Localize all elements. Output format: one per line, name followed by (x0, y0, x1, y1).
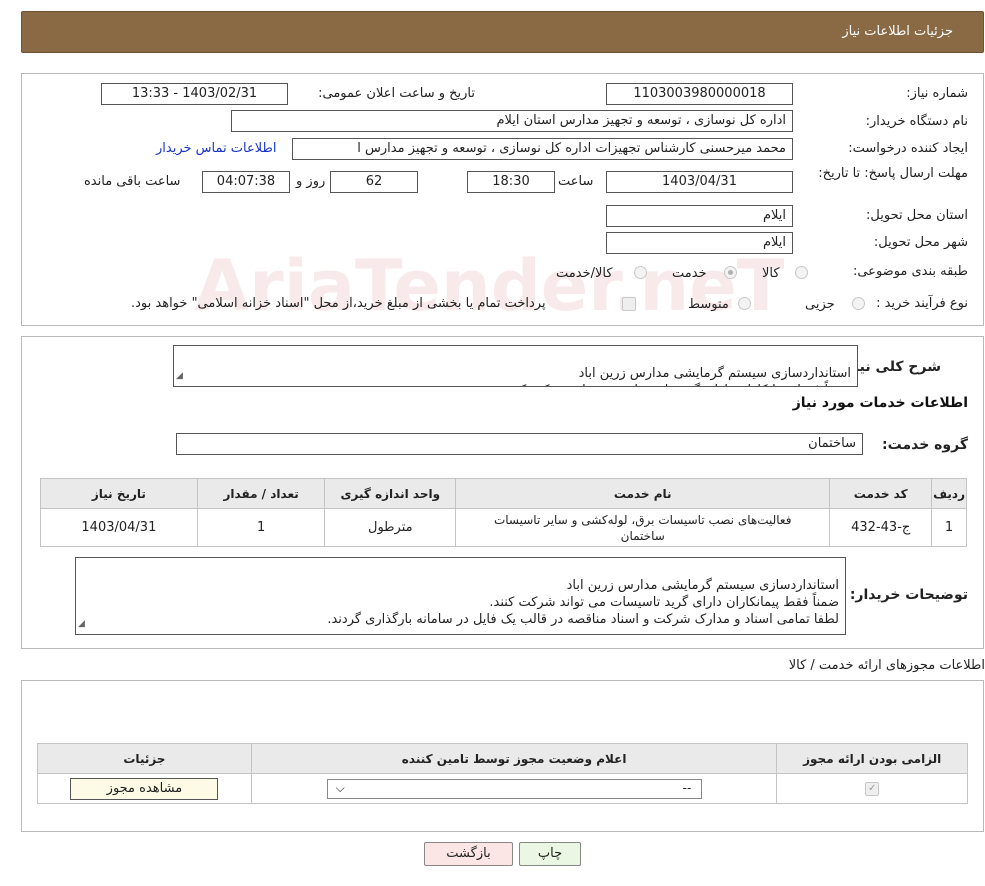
services-table: ردیف کد خدمت نام خدمت واحد اندازه گیری ت… (40, 478, 967, 547)
col-date: تاریخ نیاز (40, 478, 198, 509)
announce-date-label: تاریخ و ساعت اعلان عمومی: (318, 86, 475, 101)
remaining-time-label: ساعت باقی مانده (84, 174, 181, 189)
services-title: اطلاعات خدمات مورد نیاز (792, 395, 968, 411)
col-code: کد خدمت (829, 478, 933, 509)
col-permit-required: الزامی بودن ارائه مجوز (776, 743, 968, 774)
process-option-small: جزیی (805, 297, 835, 312)
cell-permit-required: ✓ (776, 773, 968, 804)
days-field: 62 (330, 171, 418, 193)
deadline-label: مهلت ارسال پاسخ: تا تاریخ: (818, 166, 968, 181)
col-permit-status: اعلام وضعیت مجوز توسط تامین کننده (250, 743, 778, 774)
cell-name: فعالیت‌های نصب تاسیسات برق، لوله‌کشی و س… (455, 508, 831, 547)
cell-permit-details: مشاهده مجوز (37, 773, 252, 804)
category-option-goods: کالا (762, 266, 780, 281)
category-radio-service[interactable] (724, 266, 737, 279)
col-name: نام خدمت (455, 478, 831, 509)
province-label: استان محل تحویل: (866, 208, 968, 223)
process-radio-small[interactable] (852, 297, 865, 310)
chevron-down-icon: ⌵ (335, 780, 345, 795)
buyer-notes-label: توضیحات خریدار: (849, 587, 968, 603)
category-radio-goods[interactable] (795, 266, 808, 279)
permits-table: الزامی بودن ارائه مجوز اعلام وضعیت مجوز … (37, 743, 968, 804)
view-permit-button[interactable]: مشاهده مجوز (70, 777, 219, 800)
cell-unit: مترطول (324, 508, 457, 547)
cell-row: 1 (931, 508, 967, 547)
print-button[interactable]: چاپ (519, 842, 581, 866)
category-option-service: خدمت (672, 266, 707, 281)
service-group-field: ساختمان (176, 433, 863, 455)
treasury-payment-note: پرداخت تمام یا بخشی از مبلغ خرید،از محل … (131, 296, 546, 311)
col-permit-details: جزئیات (37, 743, 252, 774)
deadline-time-label: ساعت (558, 174, 594, 189)
remaining-time-field: 04:07:38 (202, 171, 290, 193)
service-group-label: گروه خدمت: (882, 437, 968, 453)
need-number-field: 1103003980000018 (606, 83, 793, 105)
buyer-notes-textarea: استانداردسازی سیستم گرمایشی مدارس زرین ا… (75, 557, 846, 635)
process-radio-medium[interactable] (738, 297, 751, 310)
process-label: نوع فرآیند خرید : (876, 296, 968, 311)
days-label: روز و (296, 174, 326, 189)
buyer-notes-text: استانداردسازی سیستم گرمایشی مدارس زرین ا… (327, 578, 839, 627)
permit-status-select[interactable]: ⌵ -- (326, 778, 702, 799)
permits-title: اطلاعات مجوزهای ارائه خدمت / کالا (788, 658, 985, 673)
summary-text: استانداردسازی سیستم گرمایشی مدارس زرین ا… (501, 366, 851, 386)
col-unit: واحد اندازه گیری (324, 478, 457, 509)
col-qty: تعداد / مقدار (196, 478, 326, 509)
need-number-label: شماره نیاز: (906, 86, 968, 101)
buyer-contact-link[interactable]: اطلاعات تماس خریدار (156, 141, 276, 156)
cell-qty: 1 (196, 508, 326, 547)
cell-permit-status: ⌵ -- (250, 773, 778, 804)
summary-textarea: استانداردسازی سیستم گرمایشی مدارس زرین ا… (173, 345, 858, 387)
treasury-payment-checkbox[interactable] (622, 297, 636, 311)
category-label: طبقه بندی موضوعی: (852, 264, 968, 279)
buyer-org-field: اداره کل نوسازی ، توسعه و تجهیز مدارس اس… (231, 110, 793, 132)
back-button[interactable]: بازگشت (424, 842, 513, 866)
category-radio-goods-service[interactable] (634, 266, 647, 279)
buyer-org-label: نام دستگاه خریدار: (865, 114, 968, 129)
city-field: ایلام (606, 232, 793, 254)
creator-label: ایجاد کننده درخواست: (848, 141, 968, 156)
table-row: ✓ ⌵ -- مشاهده مجوز (37, 773, 968, 804)
permits-table-header: الزامی بودن ارائه مجوز اعلام وضعیت مجوز … (37, 743, 968, 774)
services-table-header: ردیف کد خدمت نام خدمت واحد اندازه گیری ت… (40, 478, 967, 509)
cell-code: ج-43-432 (829, 508, 933, 547)
permit-status-value: -- (682, 780, 692, 795)
province-field: ایلام (606, 205, 793, 227)
category-option-goods-service: کالا/خدمت (556, 266, 613, 281)
announce-date-field: 1403/02/31 - 13:33 (101, 83, 288, 105)
table-row: 1 ج-43-432 فعالیت‌های نصب تاسیسات برق، ل… (40, 508, 967, 547)
resize-grip-icon[interactable]: ◢ (78, 616, 85, 633)
col-row: ردیف (931, 478, 967, 509)
city-label: شهر محل تحویل: (873, 235, 968, 250)
deadline-time-field: 18:30 (467, 171, 555, 193)
creator-field: محمد میرحسنی کارشناس تجهیزات اداره کل نو… (292, 138, 793, 160)
process-option-medium: متوسط (688, 297, 729, 312)
deadline-date-field: 1403/04/31 (606, 171, 793, 193)
cell-date: 1403/04/31 (40, 508, 198, 547)
page-title: جزئیات اطلاعات نیاز (842, 24, 953, 39)
resize-grip-icon[interactable]: ◢ (176, 368, 183, 385)
page-header: جزئیات اطلاعات نیاز (21, 11, 984, 53)
permit-required-checkbox: ✓ (865, 781, 880, 796)
